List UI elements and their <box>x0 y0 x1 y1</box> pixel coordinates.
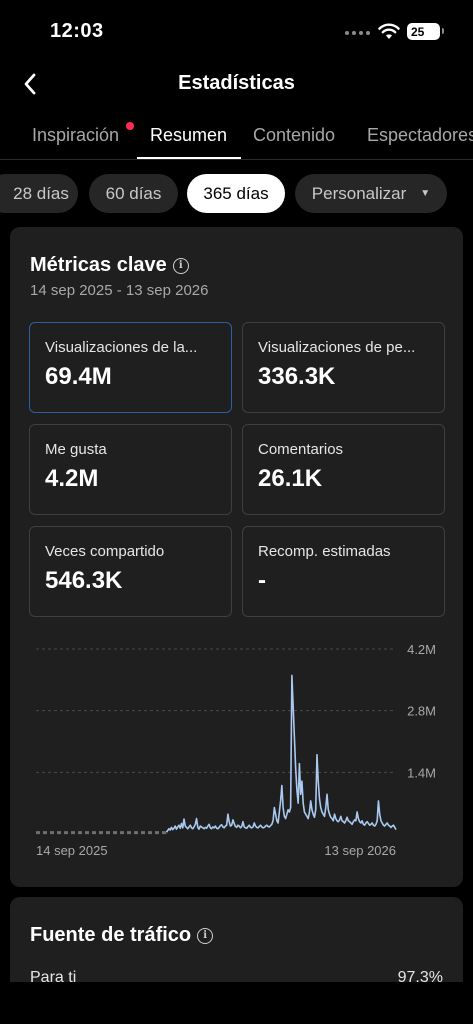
section-title: Fuente de tráfico <box>30 924 192 946</box>
tab-contenido[interactable]: Contenido <box>253 125 335 146</box>
chip-label: 60 días <box>105 183 162 203</box>
chip-label: 28 días <box>13 183 69 203</box>
tab-label: Resumen <box>150 125 228 145</box>
tab-inspiracion[interactable]: Inspiración <box>32 122 134 146</box>
range-chip-60[interactable]: 60 días <box>89 174 178 213</box>
key-metrics-card: Métricas clave i 14 sep 2025 - 13 sep 20… <box>10 227 463 887</box>
y-tick-label: 4.2M <box>407 642 436 657</box>
tab-label: Espectadores <box>367 125 473 145</box>
tab-bar: Inspiración Resumen Contenido Espectador… <box>0 115 473 160</box>
info-icon[interactable]: i <box>197 927 214 944</box>
y-tick-label: 2.8M <box>407 704 436 719</box>
page-title: Estadísticas <box>178 72 295 94</box>
tab-label: Inspiración <box>32 125 120 145</box>
range-chip-28[interactable]: 28 días <box>0 174 78 213</box>
status-bar: 12:03 25 <box>0 0 473 60</box>
cellular-signal-icon <box>345 31 370 35</box>
traffic-source-title: Fuente de tráfico i <box>30 924 214 947</box>
range-chip-custom[interactable]: Personalizar ▼ <box>295 174 447 213</box>
chip-label: 365 días <box>203 183 269 203</box>
battery-icon: 25 <box>407 23 444 40</box>
x-tick-label: 14 sep 2025 <box>36 843 108 858</box>
active-tab-indicator <box>137 157 241 159</box>
bottom-mask <box>0 982 473 1024</box>
tab-label: Contenido <box>253 125 336 145</box>
date-range-selector: 28 días 60 días 365 días Personalizar ▼ <box>0 174 473 214</box>
status-time: 12:03 <box>50 20 104 42</box>
chip-label: Personalizar <box>311 183 407 203</box>
range-chip-365[interactable]: 365 días <box>187 174 285 213</box>
battery-level: 25 <box>411 24 425 39</box>
views-line-chart: 4.2M 2.8M 1.4M 14 sep 2025 13 sep 2026 <box>36 642 436 858</box>
x-tick-label: 13 sep 2026 <box>324 843 396 858</box>
tab-resumen[interactable]: Resumen <box>150 125 227 146</box>
y-tick-label: 1.4M <box>407 765 436 780</box>
wifi-icon <box>378 23 400 39</box>
series-line-views <box>165 674 397 833</box>
notification-dot <box>126 122 134 130</box>
nav-header: Estadísticas <box>0 62 473 106</box>
caret-down-icon: ▼ <box>420 188 431 199</box>
tab-espectadores[interactable]: Espectadores <box>367 125 473 146</box>
